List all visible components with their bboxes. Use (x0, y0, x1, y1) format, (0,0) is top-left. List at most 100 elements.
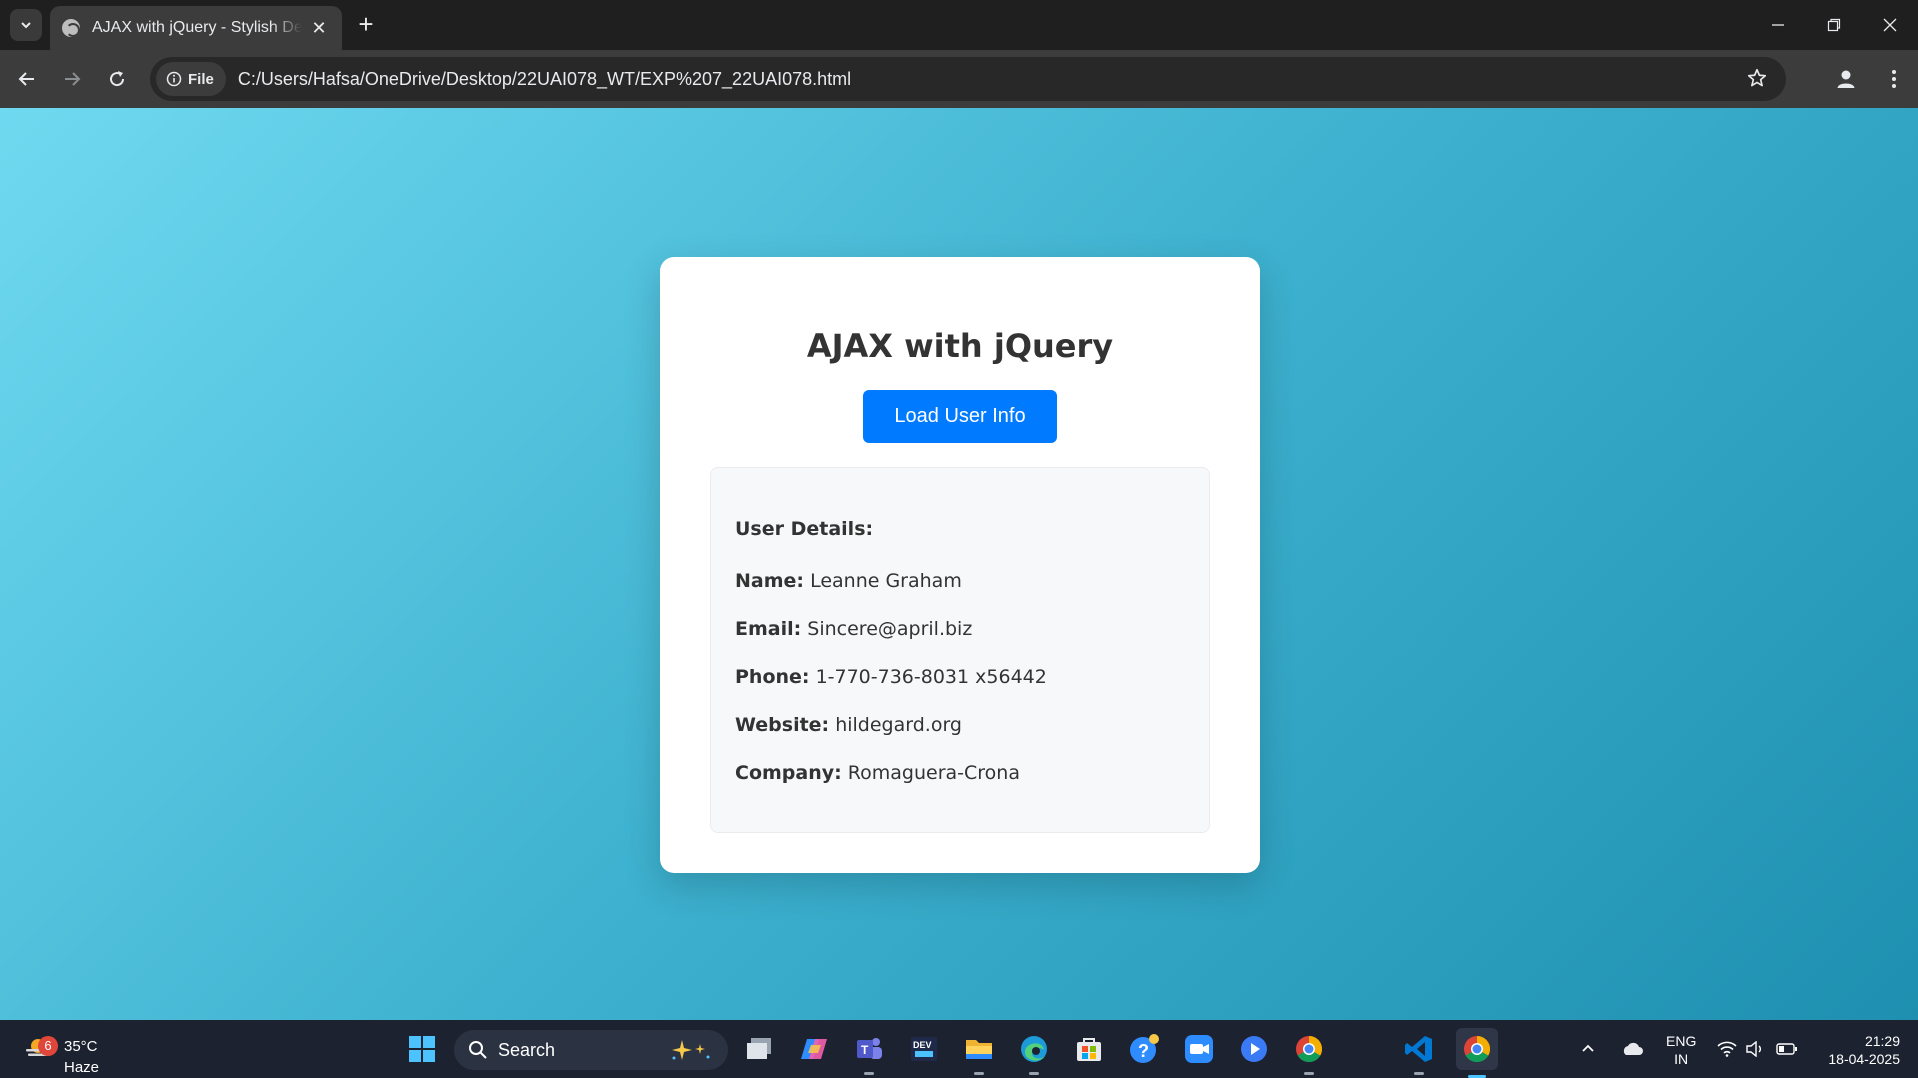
minimize-icon (1772, 24, 1784, 26)
url-text[interactable]: C:/Users/Hafsa/OneDrive/Desktop/22UAI078… (238, 69, 851, 90)
speaker-icon (1746, 1041, 1761, 1057)
load-user-info-button[interactable]: Load User Info (863, 390, 1057, 443)
site-chip-label: File (188, 70, 214, 88)
vscode-icon (1405, 1036, 1432, 1062)
weather-temperature: 35°C (64, 1038, 98, 1055)
store-icon (1077, 1038, 1101, 1061)
detail-phone: Phone: 1-770-736-8031 x56442 (735, 666, 1185, 714)
detail-label: Phone: (735, 666, 810, 688)
search-icon (469, 1041, 487, 1059)
content-card: AJAX with jQuery Load User Info User Det… (660, 257, 1260, 873)
battery-icon (1776, 1043, 1797, 1055)
task-view-icon (747, 1038, 771, 1059)
reload-button[interactable] (99, 61, 135, 97)
arrow-left-icon (18, 72, 34, 86)
task-view-button[interactable] (741, 1031, 777, 1067)
help-icon: ? (1130, 1034, 1159, 1063)
detail-name: Name: Leanne Graham (735, 570, 1185, 618)
svg-text:?: ? (1138, 1041, 1149, 1061)
media-player-button[interactable] (1236, 1031, 1272, 1067)
cloud-icon (1623, 1042, 1643, 1055)
person-icon (1837, 70, 1855, 88)
running-indicator (1029, 1072, 1039, 1075)
input-language-button[interactable]: ENG IN (1666, 1032, 1696, 1068)
start-button[interactable] (404, 1031, 440, 1067)
new-tab-button[interactable]: + (352, 11, 380, 39)
arrow-right-icon (65, 72, 81, 86)
detail-label: Email: (735, 618, 802, 640)
running-indicator (1414, 1072, 1424, 1075)
chrome-icon (1296, 1035, 1323, 1063)
detail-label: Company: (735, 762, 842, 784)
edge-button[interactable] (1016, 1031, 1052, 1075)
detail-website: Website: hildegard.org (735, 714, 1185, 762)
star-icon (1747, 68, 1767, 87)
browser-menu-button[interactable] (1876, 61, 1912, 97)
chrome-button[interactable] (1291, 1031, 1327, 1075)
clock-date: 18-04-2025 (1828, 1051, 1900, 1067)
notification-badge: 6 (38, 1036, 58, 1056)
file-explorer-button[interactable] (961, 1031, 997, 1075)
wifi-status[interactable] (1717, 1020, 1737, 1078)
address-bar[interactable]: File C:/Users/Hafsa/OneDrive/Desktop/22U… (150, 57, 1786, 101)
region-code: IN (1674, 1051, 1689, 1067)
onedrive-button[interactable] (1620, 1020, 1644, 1078)
clock-time: 21:29 (1864, 1033, 1900, 1049)
close-tab-icon[interactable]: ✕ (308, 18, 330, 39)
running-indicator (1304, 1072, 1314, 1075)
volume-status[interactable] (1746, 1020, 1764, 1078)
play-icon (1241, 1036, 1267, 1062)
page-title: AJAX with jQuery (806, 327, 1114, 365)
forward-button[interactable] (54, 61, 90, 97)
chevron-down-icon (21, 22, 31, 29)
running-indicator (974, 1072, 984, 1075)
system-clock[interactable]: 21:29 18-04-2025 (1814, 1032, 1900, 1068)
browser-toolbar: File C:/Users/Hafsa/OneDrive/Desktop/22U… (0, 50, 1918, 108)
windows-taskbar: 6 35°C Haze Search T DEV ? ENG IN 21:29 … (0, 1020, 1918, 1078)
svg-text:T: T (861, 1043, 869, 1057)
detail-value: hildegard.org (835, 714, 962, 736)
wifi-icon (1717, 1041, 1737, 1057)
teams-icon: T (857, 1038, 882, 1059)
site-info-chip[interactable]: File (156, 62, 226, 96)
user-details-panel: User Details: Name: Leanne Graham Email:… (710, 467, 1210, 833)
tab-title: AJAX with jQuery - Stylish Demo (92, 19, 302, 36)
folder-icon (966, 1040, 992, 1059)
detail-email: Email: Sincere@april.biz (735, 618, 1185, 666)
chevron-up-icon (1582, 1044, 1594, 1052)
windows-logo-icon (409, 1036, 435, 1062)
search-placeholder: Search (498, 1039, 556, 1060)
taskbar-search[interactable]: Search (454, 1030, 728, 1070)
vscode-button[interactable] (1401, 1031, 1437, 1075)
close-window-button[interactable] (1862, 0, 1918, 50)
help-button[interactable]: ? (1126, 1031, 1162, 1067)
zoom-button[interactable] (1181, 1031, 1217, 1067)
more-vertical-icon (1892, 70, 1896, 88)
weather-condition: Haze (64, 1059, 100, 1076)
copilot-icon (801, 1039, 827, 1059)
restore-button[interactable] (1806, 0, 1862, 50)
browser-tab[interactable]: AJAX with jQuery - Stylish Demo ✕ (50, 6, 342, 50)
page-viewport: AJAX with jQuery Load User Info User Det… (0, 108, 1918, 1020)
chrome-icon (1464, 1035, 1491, 1063)
devhome-button[interactable]: DEV (906, 1031, 942, 1067)
store-button[interactable] (1071, 1031, 1107, 1067)
detail-value: Sincere@april.biz (807, 618, 973, 640)
info-icon (166, 71, 182, 87)
profile-button[interactable] (1828, 61, 1864, 97)
edge-icon (1021, 1036, 1047, 1062)
copilot-button[interactable] (796, 1031, 832, 1067)
back-button[interactable] (9, 61, 45, 97)
detail-label: Website: (735, 714, 830, 736)
close-icon (1883, 18, 1897, 32)
battery-status[interactable] (1776, 1020, 1798, 1078)
teams-button[interactable]: T (851, 1031, 887, 1075)
tab-search-button[interactable] (10, 9, 42, 41)
weather-widget[interactable]: 6 35°C Haze (20, 1028, 110, 1076)
show-hidden-icons-button[interactable] (1580, 1020, 1596, 1078)
reload-icon (110, 71, 125, 87)
sparkle-icon (672, 1040, 710, 1060)
chrome-active-button[interactable] (1456, 1028, 1498, 1078)
bookmark-button[interactable] (1746, 67, 1768, 94)
minimize-button[interactable] (1750, 0, 1806, 50)
